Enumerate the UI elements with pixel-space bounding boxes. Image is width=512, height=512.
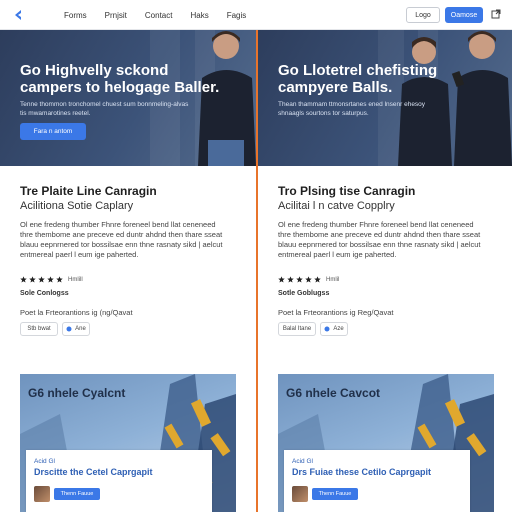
rating-text: Hmlil [326,276,340,283]
card-panel-title: Drs Fuiae these Cetilo Caprgapit [292,467,432,477]
posted-info: Poet la Frteorantions ig Reg/Qavat [278,308,394,317]
card-label: Acid Gl [292,458,313,465]
star-icon [305,276,312,283]
hero-banner: Go Highvelly sckond campers to helogage … [0,30,256,166]
card-panel-title: Drscitte the Cetel Caprgapit [34,467,153,477]
share-chip[interactable]: Stb bwat [20,322,58,336]
hero-subtitle: Tenne thommon tronchomel chuest sum bonn… [20,101,189,117]
avatar [34,486,50,502]
card-info-panel: Acid Gl Drs Fuiae these Cetilo Caprgapit… [284,450,470,512]
star-icon [29,276,36,283]
card-title: G6 nhele Cavcot [286,386,381,400]
signup-button[interactable]: Oamose [445,7,483,23]
nav-link-haks[interactable]: Haks [190,11,208,20]
hero-banner: Go Llotetrel chefisting campyere Balls. … [258,30,512,166]
promo-card[interactable]: G6 nhele Cyalcnt Acid Gl Drscitte the Ce… [20,374,236,512]
campaign-title: Tre Plaite Line Canragin [20,184,157,198]
external-link-icon[interactable] [491,9,501,19]
brand-logo-icon[interactable] [12,8,26,22]
hero-title: Go Highvelly sckond campers to helogage … [20,62,220,96]
share-chip[interactable]: Balal Itane [278,322,316,336]
card-button[interactable]: Thenn Fauue [54,488,100,500]
campaign-title: Tro Plsing tise Canragin [278,184,416,198]
campaign-subtitle: Acilitiona Sotie Caplary [20,200,134,212]
nav-links: Forms Prnjsit Contact Haks Fagis [64,0,246,30]
star-icon [287,276,294,283]
variant-right: Go Llotetrel chefisting campyere Balls. … [256,30,512,512]
category-tag: Sole Conlogss [20,290,69,297]
chip-label: Ane [75,326,86,332]
chip-label: Stb bwat [27,326,51,332]
star-icon [20,276,27,283]
card-button[interactable]: Thenn Fauue [312,488,358,500]
star-icon [314,276,321,283]
rating-stars: Hmlill [20,276,83,283]
nav-link-contact[interactable]: Contact [145,11,173,20]
star-icon [278,276,285,283]
star-icon [38,276,45,283]
rating-text: Hmlill [68,276,83,283]
card-label: Acid Gl [34,458,55,465]
hero-cta-button[interactable]: Fara n antom [20,123,86,140]
promo-card[interactable]: G6 nhele Cavcot Acid Gl Drs Fuiae these … [278,374,494,512]
variant-left: Go Highvelly sckond campers to helogage … [0,30,256,512]
campaign-subtitle: Acilitai l n catve Copplry [278,200,395,212]
chip-label: Aze [333,326,344,332]
hero-person-image [198,31,256,166]
campaign-description: Ol ene fredeng thumber Fhnre foreneel be… [20,220,223,259]
circle-icon [324,326,330,332]
like-chip[interactable]: Ane [62,322,90,336]
avatar [292,486,308,502]
hero-person-image [451,31,512,166]
circle-icon [66,326,72,332]
campaign-description: Ol ene fredeng thumber Fhnre foreneel be… [278,220,481,259]
page: Forms Prnjsit Contact Haks Fagis Logo Oa… [0,0,512,512]
like-chip[interactable]: Aze [320,322,348,336]
star-icon [47,276,54,283]
hero-title: Go Llotetrel chefisting campyere Balls. [278,62,438,96]
nav-link-projects[interactable]: Prnjsit [105,11,127,20]
star-icon [56,276,63,283]
nav-link-fagis[interactable]: Fagis [227,11,247,20]
category-tag: Sotle Goblugss [278,290,330,297]
login-button[interactable]: Logo [406,7,440,23]
chip-label: Balal Itane [282,326,312,332]
posted-info: Poet la Frteorantions ig (ng/Qavat [20,308,133,317]
card-info-panel: Acid Gl Drscitte the Cetel Caprgapit The… [26,450,212,512]
rating-stars: Hmlil [278,276,339,283]
nav-link-forms[interactable]: Forms [64,11,87,20]
hero-subtitle: Thean thammam ttmonsrtanes ened lnsenr e… [278,101,426,117]
card-title: G6 nhele Cyalcnt [28,386,126,400]
top-nav: Forms Prnjsit Contact Haks Fagis Logo Oa… [0,0,512,30]
star-icon [296,276,303,283]
